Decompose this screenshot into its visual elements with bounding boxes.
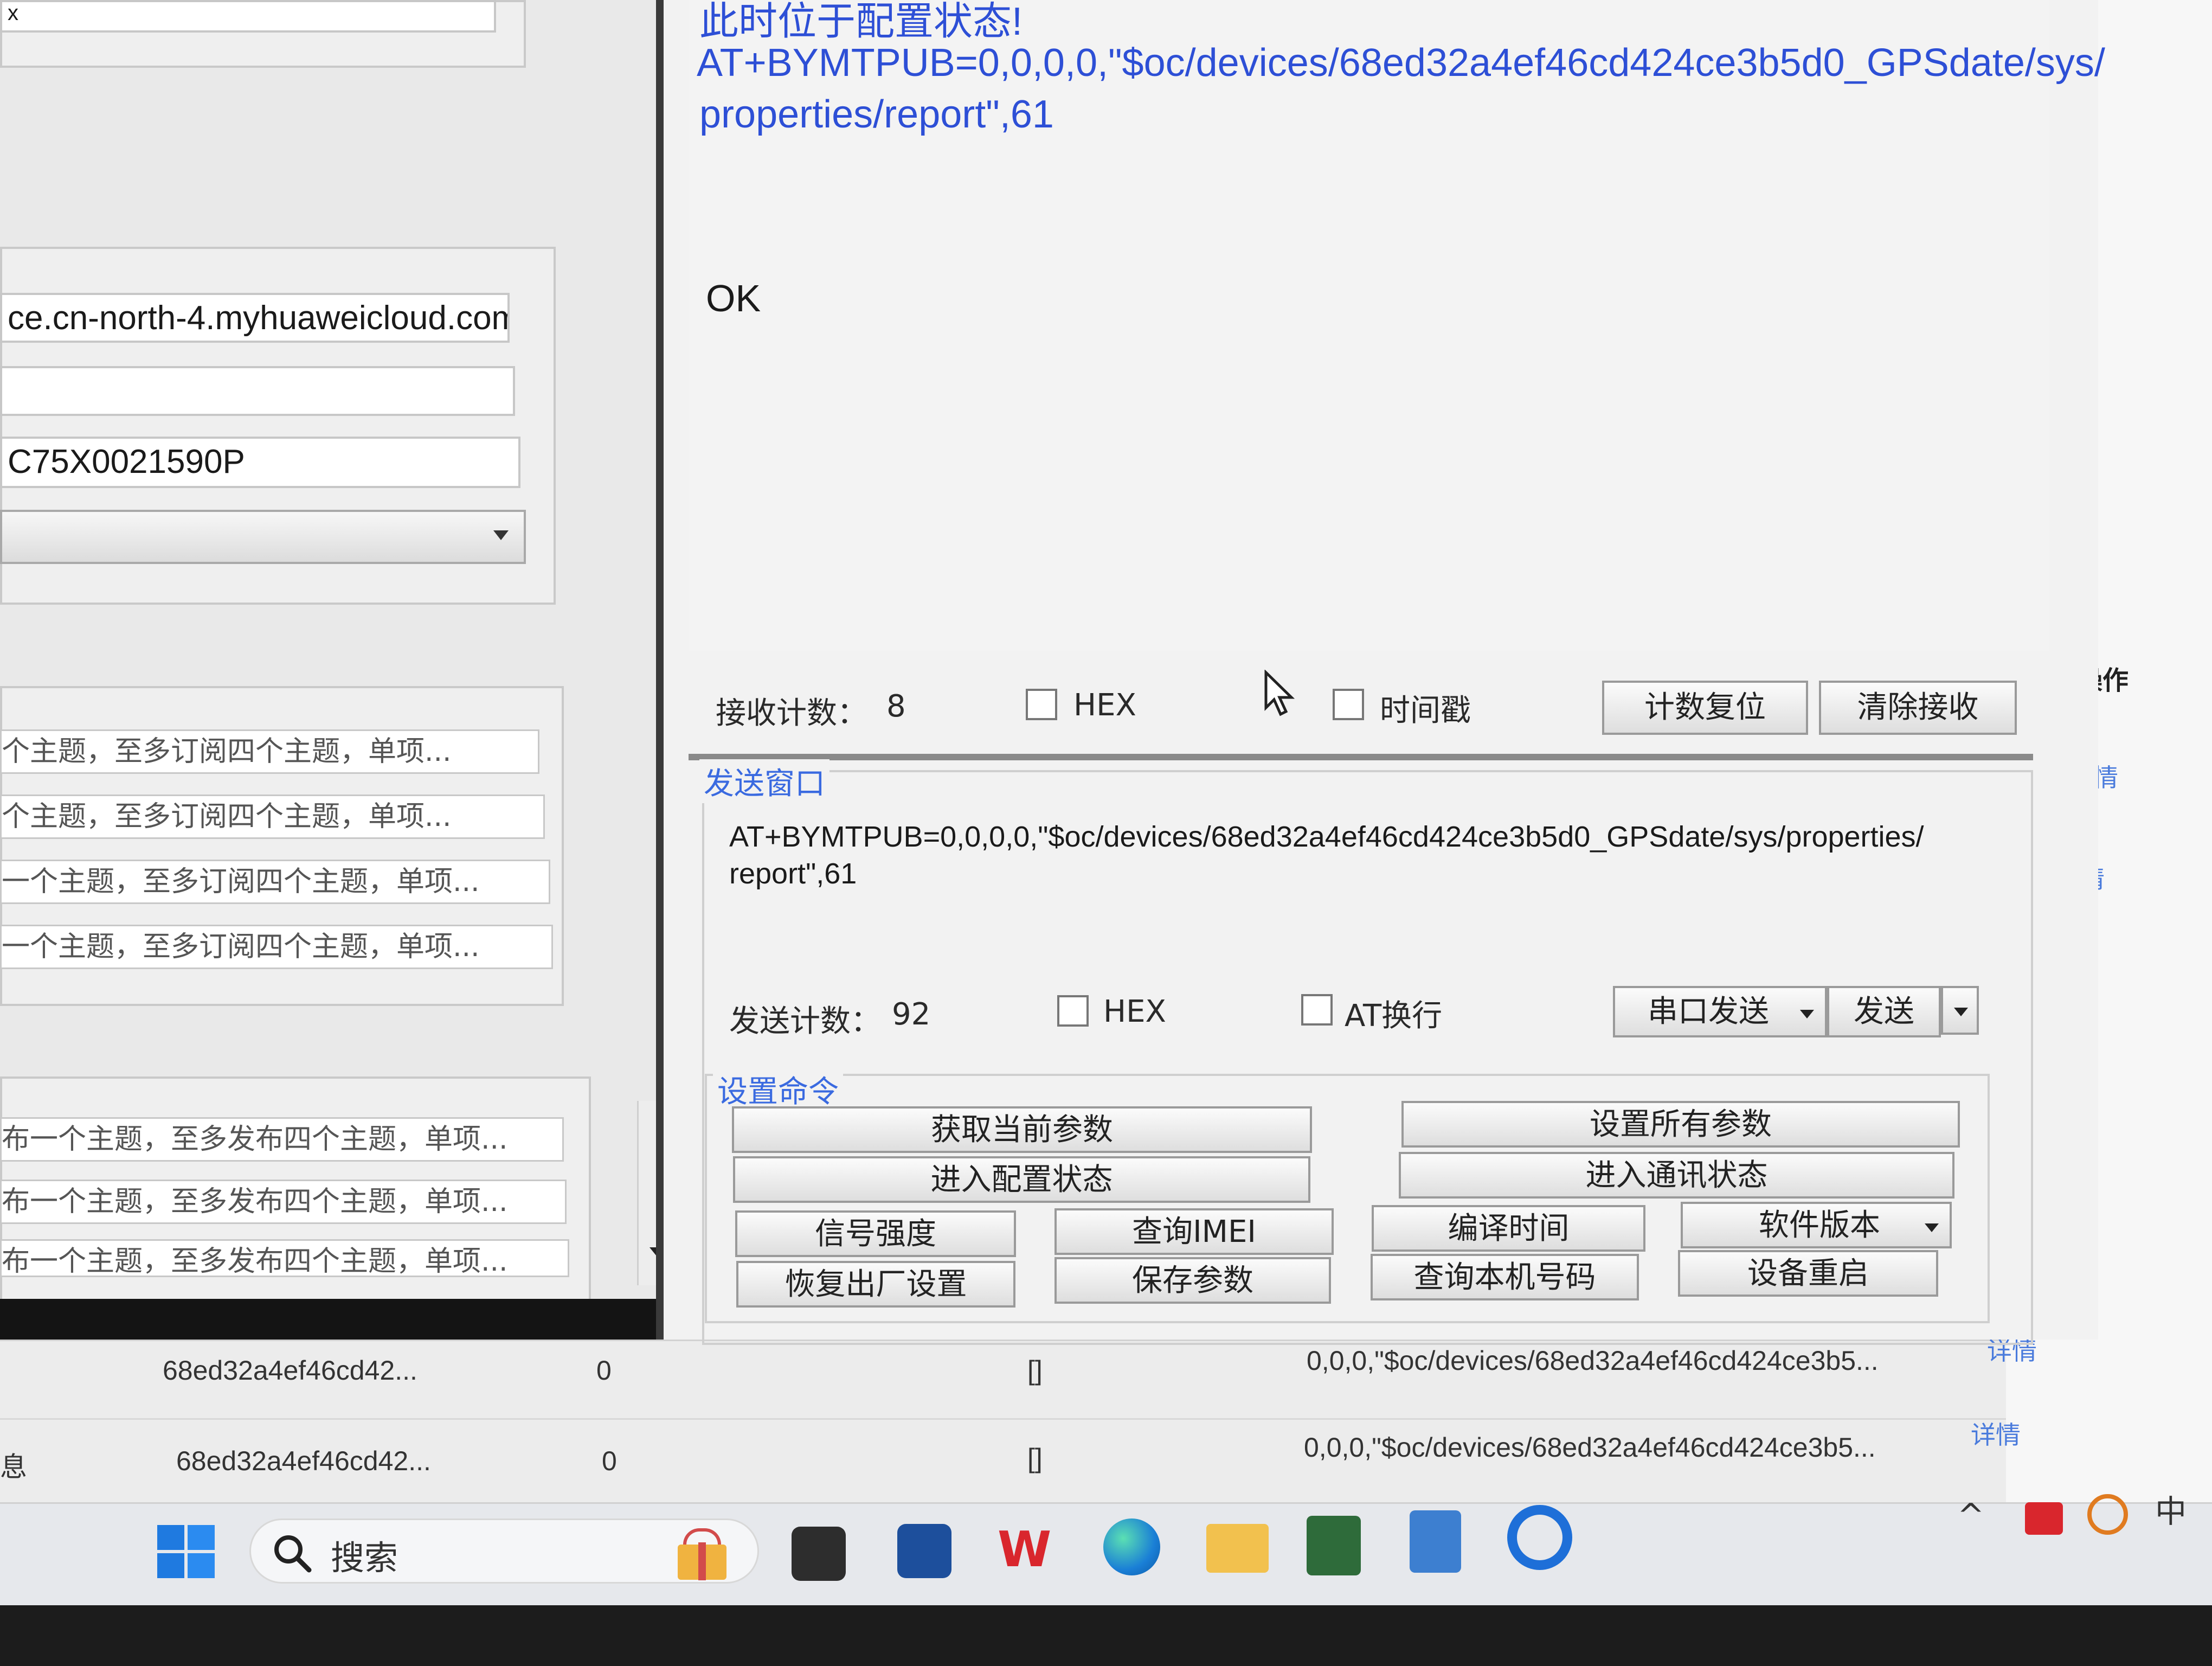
send-options-button[interactable] — [1941, 986, 1979, 1035]
task-view-icon[interactable] — [792, 1527, 846, 1581]
publish-topic-field[interactable]: 布一个主题，至多发布四个主题，单项... — [0, 1117, 564, 1162]
query-phone-button[interactable]: 查询本机号码 — [1371, 1254, 1639, 1300]
clear-receive-button[interactable]: 清除接收 — [1819, 681, 2017, 735]
row-payload: 0,0,0,"$oc/devices/68ed32a4ef46cd424ce3b… — [1304, 1432, 1876, 1463]
mouse-cursor-icon — [1264, 670, 1295, 716]
send-count-value: 92 — [892, 997, 931, 1032]
send-count-label: 发送计数： — [729, 1004, 881, 1039]
timestamp-label: 时间戳 — [1380, 693, 1471, 728]
get-params-button[interactable]: 获取当前参数 — [732, 1106, 1312, 1153]
set-all-params-button[interactable]: 设置所有参数 — [1401, 1101, 1960, 1148]
receive-command-line: AT+BYMTPUB=0,0,0,0,"$oc/devices/68ed32a4… — [697, 41, 2105, 85]
splitter[interactable] — [689, 754, 2033, 760]
subscribe-topic-field[interactable]: 一个主题，至多订阅四个主题，单项... — [0, 860, 550, 904]
compile-time-button[interactable]: 编译时间 — [1372, 1205, 1645, 1252]
serial-send-label: 串口发送 — [1648, 994, 1769, 1029]
chevron-down-icon — [1954, 1008, 1968, 1016]
tray-app-icon[interactable] — [2025, 1502, 2063, 1535]
ime-indicator[interactable]: 中 — [2155, 1486, 2187, 1532]
send-hex-label: HEX — [1103, 994, 1166, 1029]
publish-topic-field[interactable]: 布一个主题，至多发布四个主题，单项... — [0, 1239, 569, 1277]
at-newline-label: AT换行 — [1345, 998, 1443, 1034]
tray-chevron-icon[interactable]: ^ — [1957, 1497, 1984, 1535]
at-newline-checkbox[interactable] — [1301, 994, 1333, 1026]
send-section-title: 发送窗口 — [699, 759, 829, 803]
row-count: 0 — [596, 1355, 612, 1386]
send-text-line[interactable]: AT+BYMTPUB=0,0,0,0,"$oc/devices/68ed32a4… — [729, 819, 1924, 855]
subscribe-topic-field[interactable]: 一个主题，至多订阅四个主题，单项... — [0, 925, 553, 969]
receive-command-line: properties/report",61 — [699, 93, 1054, 136]
command-section-title: 设置命令 — [713, 1067, 843, 1111]
row-divider — [0, 1418, 2006, 1420]
send-button[interactable]: 发送 — [1827, 986, 1941, 1037]
top-field[interactable]: x — [0, 0, 496, 33]
monitor-bezel — [0, 1605, 2212, 1666]
software-version-dropdown[interactable]: 软件版本 — [1681, 1202, 1952, 1248]
search-icon — [274, 1535, 312, 1573]
gift-widget-icon[interactable] — [656, 1523, 748, 1582]
factory-reset-button[interactable]: 恢复出厂设置 — [736, 1261, 1015, 1308]
serial-send-dropdown[interactable]: 串口发送 — [1613, 986, 1827, 1037]
file-explorer-icon[interactable] — [1206, 1524, 1269, 1573]
reset-count-button[interactable]: 计数复位 — [1602, 681, 1808, 735]
row-array: [] — [1027, 1355, 1043, 1386]
publish-topic-field[interactable]: 布一个主题，至多发布四个主题，单项... — [0, 1180, 567, 1224]
subscribe-topic-field[interactable]: 个主题，至多订阅四个主题，单项... — [0, 729, 539, 774]
chevron-down-icon — [1925, 1223, 1939, 1232]
timestamp-checkbox[interactable] — [1333, 689, 1364, 720]
search-placeholder: 搜索 — [331, 1538, 398, 1578]
server-address-field[interactable]: ce.cn-north-4.myhuaweicloud.com — [0, 293, 510, 343]
windows-start-icon[interactable] — [157, 1525, 217, 1579]
row-count: 0 — [602, 1446, 617, 1476]
vs-icon[interactable] — [1307, 1516, 1361, 1575]
row-name: 息 — [0, 1452, 27, 1482]
enter-config-button[interactable]: 进入配置状态 — [733, 1156, 1310, 1203]
edge-icon[interactable] — [1103, 1518, 1160, 1575]
receive-count-value: 8 — [886, 689, 906, 724]
receive-hex-checkbox[interactable] — [1026, 689, 1057, 720]
enter-comm-button[interactable]: 进入通讯状态 — [1399, 1152, 1954, 1199]
mode-combo[interactable] — [0, 510, 526, 564]
receive-hex-label: HEX — [1073, 688, 1136, 723]
save-params-button[interactable]: 保存参数 — [1054, 1257, 1331, 1304]
client-id-field[interactable]: C75X0021590P — [0, 437, 520, 488]
software-version-label: 软件版本 — [1759, 1208, 1880, 1243]
receive-count-label: 接收计数： — [716, 696, 867, 731]
receive-ok-line: OK — [706, 277, 761, 319]
wps-icon[interactable]: W — [998, 1521, 1057, 1578]
row-device-id: 68ed32a4ef46cd42... — [163, 1355, 417, 1386]
receive-status-line: 此时位于配置状态! — [699, 0, 1023, 43]
row-device-id: 68ed32a4ef46cd42... — [176, 1446, 431, 1476]
row-payload: 0,0,0,"$oc/devices/68ed32a4ef46cd424ce3b… — [1307, 1345, 1879, 1376]
device-restart-button[interactable]: 设备重启 — [1678, 1250, 1938, 1297]
store-icon[interactable] — [897, 1524, 951, 1578]
subscribe-topic-field[interactable]: 个主题，至多订阅四个主题，单项... — [0, 794, 545, 839]
chevron-down-icon — [1800, 1010, 1814, 1018]
notepad-icon[interactable] — [1410, 1510, 1461, 1573]
row-array: [] — [1027, 1443, 1043, 1473]
tray-sync-icon[interactable] — [2087, 1494, 2128, 1535]
empty-field[interactable] — [0, 366, 515, 416]
chevron-down-icon — [493, 530, 509, 540]
serial-tool-icon[interactable] — [1507, 1505, 1572, 1570]
send-text-line[interactable]: report",61 — [729, 856, 857, 892]
signal-strength-button[interactable]: 信号强度 — [735, 1210, 1016, 1257]
query-imei-button[interactable]: 查询IMEI — [1054, 1208, 1334, 1255]
send-hex-checkbox[interactable] — [1057, 995, 1089, 1027]
dark-gap — [0, 1299, 705, 1340]
row-detail-link[interactable]: 详情 — [1971, 1415, 2021, 1451]
